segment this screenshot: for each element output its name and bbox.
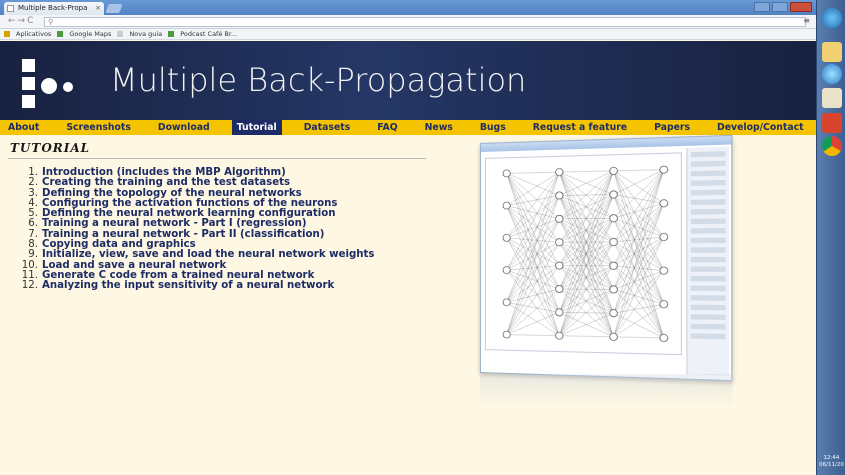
screenshot-reflection [480,373,733,407]
tab-close-icon[interactable]: × [95,2,101,15]
neural-network-diagram [486,153,681,354]
neuron-node [660,200,668,207]
main-nav: About Screenshots Download Tutorial Datasets… [0,120,816,135]
files-icon[interactable] [822,88,842,108]
nav-datasets[interactable]: Datasets [304,120,351,135]
bookmark-item[interactable]: Nova guia [117,30,162,38]
nav-download[interactable]: Download [158,120,210,135]
neuron-node [610,286,618,293]
bookmark-label: Podcast Café Br... [180,30,238,38]
neuron-node [610,262,618,269]
neuron-node [610,309,618,316]
chrome-icon[interactable] [822,136,842,156]
new-tab-button[interactable] [105,4,123,13]
podcast-icon [168,31,175,37]
app-screenshot-image [480,134,733,382]
web-page: Multiple Back-Propagation About Screensho… [0,41,816,475]
neuron-node [610,191,618,198]
nav-faq[interactable]: FAQ [377,120,397,135]
page-icon [117,31,124,37]
site-title: Multiple Back-Propagation [110,61,527,99]
system-tray: 12:44 06/11/20 [819,421,844,469]
neuron-node [660,334,668,342]
neuron-node [556,168,563,175]
neuron-node [556,332,563,339]
clock-time[interactable]: 12:44 [819,455,844,462]
nav-develop-contact[interactable]: Develop/Contact [717,120,804,135]
neuron-node [556,192,563,199]
page-favicon-icon [7,5,14,12]
window-controls [754,2,812,12]
neuron-node [556,262,563,269]
back-arrow-icon[interactable]: ← [8,16,18,26]
bookmark-item[interactable]: Podcast Café Br... [168,30,237,38]
neuron-node [503,299,510,306]
neuron-node [503,267,510,274]
nav-tutorial[interactable]: Tutorial [231,120,282,135]
close-window-button[interactable] [790,2,812,12]
neuron-node [660,267,668,274]
bookmarks-bar: Aplicativos Google Maps Nova guia Podcast C… [0,29,816,40]
page-title: Tutorial [10,141,91,155]
search-icon: ⚲ [48,18,54,26]
forward-arrow-icon[interactable]: → [18,16,28,26]
ie-icon[interactable] [822,64,842,84]
tutorial-list: 1. Introduction (includes the MBP Algorit… [14,167,375,292]
neuron-node [503,234,510,241]
nav-about[interactable]: About [8,120,39,135]
app-red-icon[interactable] [822,113,842,133]
folder-icon[interactable] [822,42,842,62]
nav-buttons: ←→C [8,16,35,26]
tab-title: Multiple Back-Propa [18,4,88,12]
browser-tab[interactable]: Multiple Back-Propa × [4,2,104,15]
nav-bugs[interactable]: Bugs [480,120,506,135]
title-bar: Multiple Back-Propa × [0,0,816,15]
neuron-node [610,238,618,245]
neuron-node [610,167,618,174]
neuron-node [610,215,618,222]
bookmark-label: Aplicativos [16,30,52,38]
nav-screenshots[interactable]: Screenshots [66,120,131,135]
bookmark-label: Nova guia [129,30,163,38]
nav-news[interactable]: News [425,120,453,135]
neuron-node [503,202,510,209]
item-number: 12. [21,280,38,292]
apps-icon [4,31,10,37]
nav-request-a-feature[interactable]: Request a feature [533,120,627,135]
minimize-button[interactable] [754,2,770,12]
heading-divider [8,158,426,159]
tutorial-link[interactable]: Analyzing the input sensitivity of a neu… [42,280,334,291]
bookmark-item[interactable]: Google Maps [57,30,111,38]
browser-toolbar: ←→C ⚲ ≡ [0,15,816,29]
neuron-node [610,333,618,340]
maps-icon [57,31,64,37]
neuron-node [660,233,668,240]
neuron-node [556,309,563,316]
neuron-node [660,166,668,174]
clock-date[interactable]: 06/11/20 [819,462,844,469]
neuron-node [556,215,563,222]
address-bar[interactable]: ⚲ [44,17,806,27]
bookmark-item[interactable]: Aplicativos [4,30,51,38]
nav-papers[interactable]: Papers [654,120,690,135]
browser-window: Multiple Back-Propa × ←→C ⚲ ≡ Aplicativo… [0,0,816,475]
neuron-node [660,301,668,308]
site-banner: Multiple Back-Propagation [0,41,816,120]
tutorial-item[interactable]: 12. Analyzing the input sensitivity of a … [14,280,374,292]
neuron-node [503,331,510,338]
neuron-node [556,285,563,292]
start-orb-icon[interactable] [822,8,842,28]
tray-icons[interactable] [819,421,844,455]
neuron-node [503,170,510,177]
bookmark-label: Google Maps [69,30,112,38]
windows-taskbar: 12:44 06/11/20 [816,0,845,475]
hamburger-icon[interactable]: ≡ [803,16,810,25]
reload-icon[interactable]: C [27,16,35,26]
neuron-node [556,239,563,246]
maximize-button[interactable] [772,2,788,12]
